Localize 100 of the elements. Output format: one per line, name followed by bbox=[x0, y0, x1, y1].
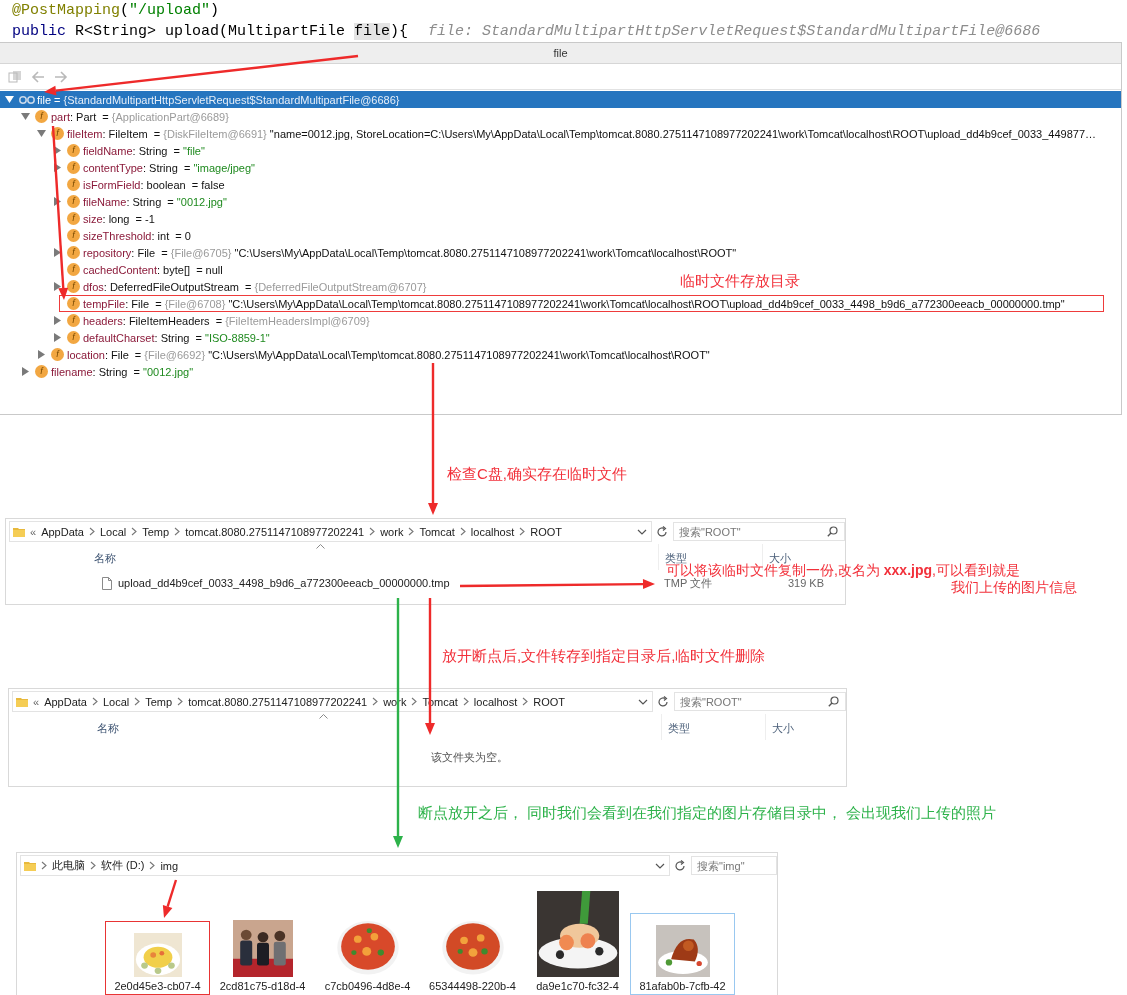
breadcrumb[interactable]: localhost bbox=[473, 695, 518, 708]
search-icon[interactable] bbox=[828, 696, 839, 707]
breadcrumb[interactable]: work bbox=[380, 525, 404, 538]
chevron-icon bbox=[88, 527, 95, 536]
collapsed-arrow-icon[interactable] bbox=[53, 316, 62, 325]
expanded-arrow-icon[interactable] bbox=[21, 112, 30, 121]
search-field[interactable]: 搜索"ROOT" bbox=[673, 522, 845, 541]
inline-value-hint: file: StandardMultipartHttpServletRequest$StandardMultipartFile@6686 bbox=[428, 22, 1041, 42]
breadcrumb[interactable]: 此电脑 bbox=[52, 858, 85, 873]
breadcrumb-overflow[interactable]: « bbox=[33, 695, 40, 708]
column-header[interactable]: 大小 bbox=[765, 714, 827, 740]
tree-row[interactable]: f filename: String = "0012.jpg" bbox=[0, 363, 194, 380]
tree-row[interactable]: f isFormField: boolean = false bbox=[0, 176, 225, 193]
tree-row[interactable]: file = {StandardMultipartHttpServletRequest$StandardMultipartFile@6686} bbox=[0, 91, 1121, 108]
variable-text: file = {StandardMultipartHttpServletRequest$StandardMultipartFile@6686} bbox=[37, 93, 400, 106]
file-name: 2e0d45e3-cb07-4 bbox=[114, 980, 201, 992]
field-icon: f bbox=[35, 365, 48, 378]
folder-icon bbox=[24, 859, 36, 872]
breadcrumb[interactable]: AppData bbox=[44, 695, 87, 708]
breadcrumb[interactable]: img bbox=[160, 859, 179, 872]
search-field[interactable]: 搜索"ROOT" bbox=[674, 692, 846, 711]
breadcrumb[interactable]: Tomcat bbox=[419, 525, 455, 538]
refresh-icon[interactable] bbox=[656, 525, 668, 538]
tree-row[interactable]: f cachedContent: byte[] = null bbox=[0, 261, 223, 278]
tree-row[interactable]: f tempFile: File = {File@6708} "C:\Users\My\AppData\Local\Temp\tomcat.8080.2751147108977202241\work\Tomcat\localhost\ROOT\upload_dd4b9cef_0033_4498_b9d6_a772300eeacb_00000000.tmp" bbox=[0, 295, 1121, 312]
breadcrumb[interactable]: ROOT bbox=[530, 525, 563, 538]
field-icon: f bbox=[67, 195, 80, 208]
annotation-note: 放开断点后,文件转存到指定目录后,临时文件删除 bbox=[442, 647, 766, 664]
breadcrumb-overflow[interactable]: « bbox=[30, 525, 37, 538]
chevron-icon bbox=[90, 861, 96, 870]
tree-row[interactable]: f part: Part = {ApplicationPart@6689} bbox=[0, 108, 229, 125]
chevron-icon bbox=[519, 527, 526, 536]
tree-row[interactable]: f sizeThreshold: int = 0 bbox=[0, 227, 191, 244]
tree-row[interactable]: f repository: File = {File@6705} "C:\Users\My\AppData\Local\Temp\tomcat.8080.2751147108977202241\work\Tomcat\localhost\ROOT" bbox=[0, 244, 737, 261]
annotation-note: 断点放开之后， 同时我们会看到在我们指定的图片存储目录中， 会出现我们上传的照片 bbox=[418, 804, 997, 821]
field-icon: f bbox=[67, 246, 80, 259]
chevron-icon bbox=[174, 527, 181, 536]
tree-row[interactable]: f fileItem: FileItem = {DiskFileItem@6691} "name=0012.jpg, StoreLocation=C:\Users\My\AppData\Local\Temp\tomcat.8080.2751147108977202241\work\Tomcat\localhost\ROOT\upload_dd4b9cef_0033_449877… bbox=[0, 125, 1097, 142]
column-header[interactable]: 名称 bbox=[88, 544, 658, 570]
collapsed-arrow-icon[interactable] bbox=[53, 248, 62, 257]
folder-icon bbox=[13, 525, 25, 538]
field-icon: f bbox=[67, 331, 80, 344]
file-item[interactable]: c7cb0496-4d8e-4 bbox=[315, 904, 420, 995]
file-name: da9e1c70-fc32-4 bbox=[536, 980, 619, 992]
field-icon: f bbox=[67, 297, 80, 310]
variable-text: contentType: String = "image/jpeg" bbox=[83, 161, 255, 174]
field-icon: f bbox=[67, 314, 80, 327]
file-item[interactable]: 81afab0b-7cfb-42 bbox=[630, 913, 735, 995]
breadcrumb[interactable]: Local bbox=[102, 695, 130, 708]
file-name[interactable]: upload_dd4b9cef_0033_4498_b9d6_a772300eeacb_00000000.tmp bbox=[118, 577, 450, 589]
file-item[interactable]: da9e1c70-fc32-4 bbox=[525, 879, 630, 995]
breadcrumb[interactable]: tomcat.8080.2751147108977202241 bbox=[188, 695, 368, 708]
breadcrumb[interactable]: 软件 (D:) bbox=[101, 858, 145, 873]
address-bar[interactable]: 此电脑 软件 (D:) img bbox=[20, 855, 670, 876]
tree-row[interactable]: f fieldName: String = "file" bbox=[0, 142, 205, 159]
breadcrumb[interactable]: AppData bbox=[41, 525, 84, 538]
variable-text: defaultCharset: String = "ISO-8859-1" bbox=[83, 331, 270, 344]
file-item[interactable]: 65344498-220b-4 bbox=[420, 904, 525, 995]
collapsed-arrow-icon[interactable] bbox=[53, 163, 62, 172]
collapsed-arrow-icon[interactable] bbox=[37, 350, 46, 359]
breadcrumb[interactable]: Local bbox=[99, 525, 127, 538]
search-icon[interactable] bbox=[827, 526, 838, 537]
field-icon: f bbox=[67, 161, 80, 174]
variable-text: fieldName: String = "file" bbox=[83, 144, 205, 157]
file-icon bbox=[102, 576, 112, 590]
refresh-icon[interactable] bbox=[657, 695, 669, 708]
column-header[interactable]: 类型 bbox=[661, 714, 765, 740]
file-item[interactable]: 2e0d45e3-cb07-4 bbox=[105, 921, 210, 995]
tree-row[interactable]: f headers: FileItemHeaders = {FileItemHeadersImpl@6709} bbox=[0, 312, 370, 329]
collapsed-arrow-icon[interactable] bbox=[53, 282, 62, 291]
breadcrumb[interactable]: Temp bbox=[145, 695, 173, 708]
collapsed-arrow-icon[interactable] bbox=[53, 146, 62, 155]
variable-text: headers: FileItemHeaders = {FileItemHeadersImpl@6709} bbox=[83, 314, 370, 327]
chevron-icon bbox=[369, 527, 376, 536]
tree-row[interactable]: f location: File = {File@6692} "C:\Users\My\AppData\Local\Temp\tomcat.8080.2751147108977202241\work\Tomcat\localhost\ROOT" bbox=[0, 346, 710, 363]
field-icon: f bbox=[35, 110, 48, 123]
dropdown-icon[interactable] bbox=[638, 698, 648, 705]
expanded-arrow-icon[interactable] bbox=[37, 129, 46, 138]
breadcrumb[interactable]: ROOT bbox=[533, 695, 566, 708]
refresh-icon[interactable] bbox=[674, 859, 686, 872]
address-bar[interactable]: « AppData Local Temp tomcat.8080.2751147108977202241 work Tomcat localhost ROOT bbox=[9, 521, 652, 542]
tree-row[interactable]: f size: long = -1 bbox=[0, 210, 155, 227]
variable-text: fileName: String = "0012.jpg" bbox=[83, 195, 227, 208]
annotation-note: 检查C盘,确实存在临时文件 bbox=[447, 465, 627, 482]
breadcrumb[interactable]: Temp bbox=[142, 525, 170, 538]
breadcrumb[interactable]: tomcat.8080.2751147108977202241 bbox=[185, 525, 365, 538]
search-field[interactable]: 搜索"img" bbox=[691, 856, 777, 875]
tree-row[interactable]: f contentType: String = "image/jpeg" bbox=[0, 159, 255, 176]
collapsed-arrow-icon[interactable] bbox=[53, 197, 62, 206]
collapsed-arrow-icon[interactable] bbox=[53, 333, 62, 342]
dropdown-icon[interactable] bbox=[655, 862, 665, 869]
collapsed-arrow-icon[interactable] bbox=[21, 367, 30, 376]
column-header[interactable]: 名称 bbox=[91, 714, 661, 740]
breadcrumb[interactable]: localhost bbox=[470, 525, 515, 538]
dropdown-icon[interactable] bbox=[637, 528, 647, 535]
file-item[interactable]: 2cd81c75-d18d-4 bbox=[210, 908, 315, 995]
expanded-arrow-icon[interactable] bbox=[5, 95, 14, 104]
tree-row[interactable]: f defaultCharset: String = "ISO-8859-1" bbox=[0, 329, 270, 346]
tree-row[interactable]: f fileName: String = "0012.jpg" bbox=[0, 193, 227, 210]
panel-title: file bbox=[0, 43, 1121, 64]
